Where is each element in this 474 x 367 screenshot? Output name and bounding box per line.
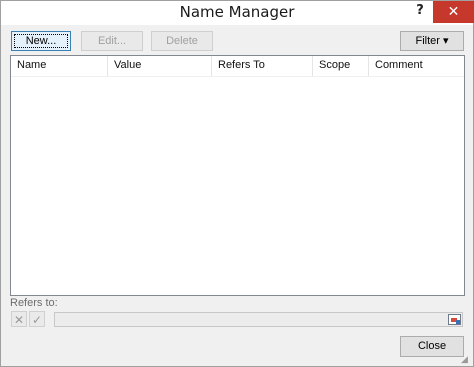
column-header-refers-to[interactable]: Refers To [212,56,313,76]
checkmark-icon: ✓ [31,313,43,327]
focus-ring [14,34,68,48]
window-title: Name Manager [179,3,295,21]
names-list[interactable]: Name Value Refers To Scope Comment [10,55,465,296]
close-button[interactable]: Close [400,336,464,357]
edit-button[interactable]: Edit... [81,31,143,51]
column-header-value[interactable]: Value [108,56,212,76]
edit-button-label: Edit... [97,35,127,47]
refers-to-label: Refers to: [10,297,58,309]
confirm-edit-button[interactable]: ✓ [29,311,45,327]
help-button[interactable]: ? [407,1,433,23]
column-header-scope[interactable]: Scope [313,56,369,76]
column-header-comment[interactable]: Comment [369,56,464,76]
title-bar: Name Manager ? ✕ [1,1,474,25]
filter-button-label: Filter ▾ [415,35,449,47]
window-close-button[interactable]: ✕ [433,1,474,23]
resize-grip-icon[interactable]: ◢ [461,354,471,364]
filter-button[interactable]: Filter ▾ [400,31,464,51]
new-button[interactable]: New... [11,31,71,51]
cancel-edit-button[interactable]: ✕ [11,311,27,327]
delete-button[interactable]: Delete [151,31,213,51]
list-header: Name Value Refers To Scope Comment [11,56,464,77]
refers-to-input[interactable] [54,312,463,327]
cancel-icon: ✕ [13,313,25,327]
collapse-dialog-icon[interactable] [448,314,461,325]
close-button-label: Close [417,340,447,352]
column-header-name[interactable]: Name [11,56,108,76]
name-manager-dialog: Name Manager ? ✕ New... Edit... Delete F… [0,0,474,367]
delete-button-label: Delete [166,35,198,47]
